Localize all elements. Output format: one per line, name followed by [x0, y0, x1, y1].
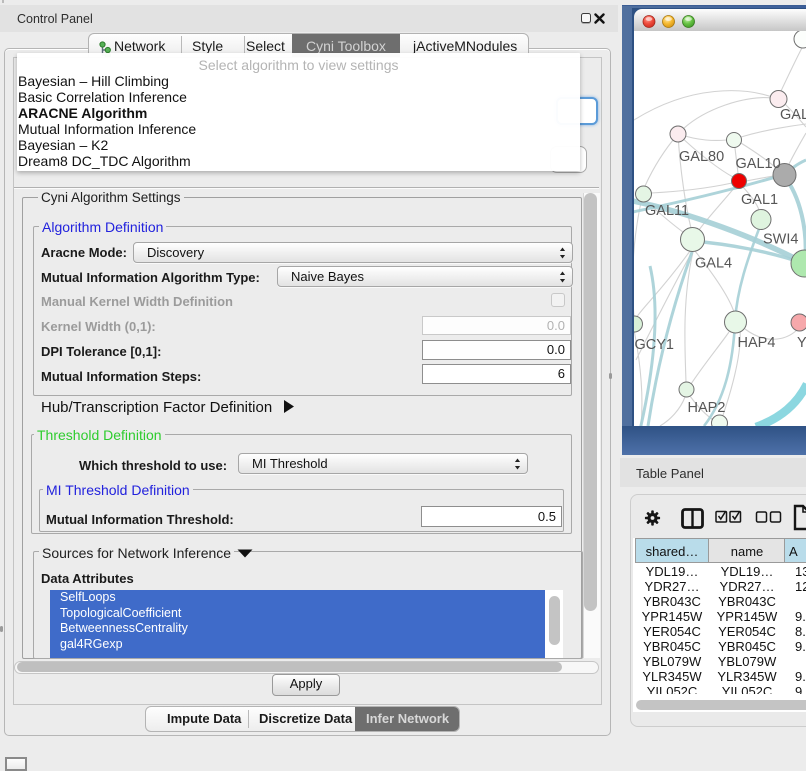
svg-text:GAL11: GAL11	[645, 203, 689, 219]
svg-text:GCY1: GCY1	[635, 337, 675, 353]
svg-text:Y: Y	[797, 335, 806, 351]
svg-text:HAP4: HAP4	[738, 335, 776, 351]
svg-text:GAL10: GAL10	[736, 156, 781, 172]
svg-text:GAL80: GAL80	[679, 149, 724, 165]
svg-text:SWI4: SWI4	[763, 232, 798, 248]
svg-text:GAL2: GAL2	[780, 107, 806, 123]
svg-text:GAL4: GAL4	[695, 256, 732, 272]
svg-text:GAL1: GAL1	[741, 192, 778, 208]
svg-text:HAP2: HAP2	[688, 400, 726, 416]
